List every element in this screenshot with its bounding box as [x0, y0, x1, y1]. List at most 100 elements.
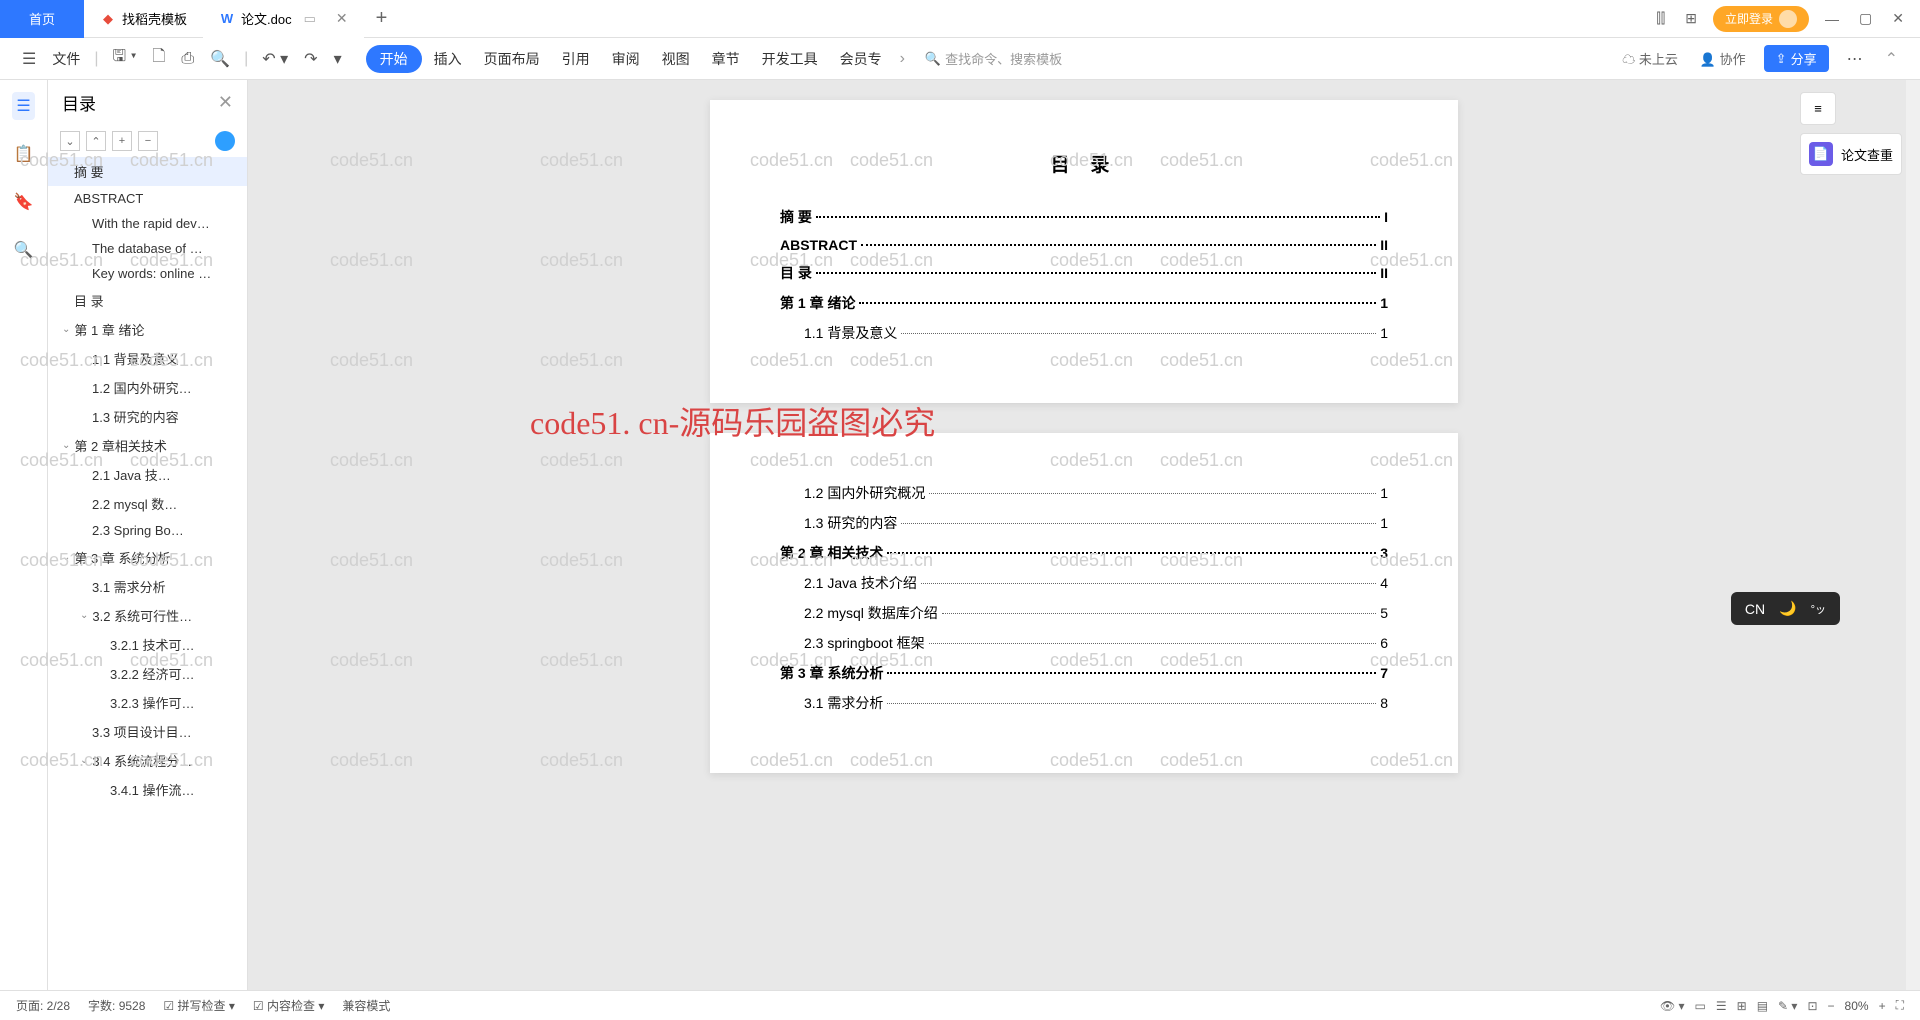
chevron-down-icon[interactable]: ⌄ — [80, 755, 88, 766]
menu-会员专[interactable]: 会员专 — [830, 45, 892, 73]
outline-item[interactable]: 3.1 需求分析 — [48, 572, 247, 601]
preview-icon[interactable]: 🔍 — [206, 45, 234, 73]
chevron-down-icon[interactable]: ⌄ — [80, 610, 88, 621]
outline-item[interactable]: ⌄第 2 章相关技术 — [48, 431, 247, 460]
format-button[interactable]: ≡ — [1800, 92, 1836, 125]
print-icon[interactable]: ⎙ — [177, 46, 198, 72]
split-view-icon[interactable]: ▭ — [304, 11, 316, 27]
close-tab-icon[interactable]: ✕ — [336, 10, 348, 27]
close-outline-icon[interactable]: ✕ — [218, 92, 233, 113]
apps-icon[interactable]: ⊞ — [1681, 10, 1701, 27]
close-window-icon[interactable]: ✕ — [1888, 10, 1908, 27]
menu-插入[interactable]: 插入 — [424, 45, 472, 73]
menu-引用[interactable]: 引用 — [552, 45, 600, 73]
vertical-scrollbar[interactable] — [1906, 80, 1920, 990]
maximize-icon[interactable]: ▢ — [1855, 10, 1876, 27]
outline-item[interactable]: 3.4.1 操作流… — [48, 775, 247, 804]
tab-home[interactable]: 首页 — [0, 0, 84, 38]
edit-mode-icon[interactable]: ✎ ▾ — [1778, 999, 1797, 1013]
file-menu[interactable]: 文件 — [48, 49, 84, 69]
collapse-all-icon[interactable]: ⌄ — [60, 131, 80, 151]
view-page-icon[interactable]: ▭ — [1695, 999, 1706, 1013]
tab-template[interactable]: ◆ 找稻壳模板 — [84, 0, 203, 38]
outline-item[interactable]: Key words: online … — [48, 261, 247, 286]
minimize-icon[interactable]: — — [1821, 11, 1843, 27]
cloud-status[interactable]: ☁ 未上云 — [1618, 49, 1682, 68]
outline-item[interactable]: 2.2 mysql 数… — [48, 489, 247, 518]
tab-document[interactable]: W 论文.doc ▭ ✕ — [203, 0, 364, 38]
layout-icon[interactable]: ⫿⫿ — [1652, 10, 1669, 27]
outline-item[interactable]: 1.2 国内外研究… — [48, 373, 247, 402]
remove-item-icon[interactable]: − — [138, 131, 158, 151]
bookmark-rail-icon[interactable]: 🔖 — [10, 188, 38, 216]
menu-审阅[interactable]: 审阅 — [602, 45, 650, 73]
zoom-fit-icon[interactable]: ⊡ — [1807, 999, 1817, 1013]
expand-icon[interactable]: ⌃ — [1881, 45, 1902, 73]
outline-item[interactable]: ⌄第 3 章 系统分析 — [48, 543, 247, 572]
plagiarism-label: 论文查重 — [1841, 145, 1893, 164]
clipboard-rail-icon[interactable]: 📋 — [10, 140, 38, 168]
ime-indicator[interactable]: CN 🌙 °ッ — [1731, 592, 1840, 625]
outline-item[interactable]: The database of … — [48, 236, 247, 261]
new-icon[interactable]: 🗋 — [149, 41, 170, 76]
undo-icon[interactable]: ↶ ▾ — [258, 45, 292, 73]
outline-item[interactable]: 2.1 Java 技… — [48, 460, 247, 489]
toc-dots — [942, 613, 1376, 614]
outline-item[interactable]: ABSTRACT — [48, 186, 247, 211]
chevron-down-icon[interactable]: ⌄ — [62, 324, 70, 335]
zoom-in-icon[interactable]: + — [1879, 999, 1886, 1013]
outline-item[interactable]: With the rapid dev… — [48, 211, 247, 236]
outline-item[interactable]: ⌄3.2 系统可行性… — [48, 601, 247, 630]
redo-icon[interactable]: ↷ — [300, 45, 321, 73]
outline-item[interactable]: ⌄第 1 章 绪论 — [48, 315, 247, 344]
collab-button[interactable]: 👤 协作 — [1696, 49, 1750, 68]
document-area[interactable]: 目 录 摘 要IABSTRACTII目 录II第 1 章 绪论11.1 背景及意… — [248, 80, 1920, 990]
menu-icon[interactable]: ☰ — [18, 45, 40, 73]
menu-章节[interactable]: 章节 — [702, 45, 750, 73]
dropdown-icon[interactable]: ▾ — [330, 45, 346, 73]
outline-item[interactable]: 1.1 背景及意义 — [48, 344, 247, 373]
save-icon[interactable]: 🖫 ▾ — [109, 41, 141, 76]
zoom-out-icon[interactable]: − — [1828, 999, 1835, 1013]
share-button[interactable]: ⇪ 分享 — [1764, 45, 1829, 72]
outline-item[interactable]: ⌄3.4 系统流程分… — [48, 746, 247, 775]
command-search[interactable]: 🔍 查找命令、搜索模板 — [925, 49, 1062, 68]
zoom-level[interactable]: 80% — [1845, 999, 1869, 1013]
more-icon[interactable]: ⋯ — [1843, 45, 1867, 73]
add-tab-button[interactable]: + — [364, 7, 400, 30]
main-area: ☰ 📋 🔖 🔍 目录 ✕ ⌄ ⌃ + − 摘 要ABSTRACTWith the… — [0, 80, 1920, 990]
menu-视图[interactable]: 视图 — [652, 45, 700, 73]
view-web-icon[interactable]: ⊞ — [1737, 999, 1747, 1013]
outline-item[interactable]: 3.2.1 技术可… — [48, 630, 247, 659]
outline-item[interactable]: 2.3 Spring Bo… — [48, 518, 247, 543]
chevron-down-icon[interactable]: ⌄ — [62, 552, 70, 563]
toc-label: 1.1 背景及意义 — [804, 323, 897, 343]
content-check[interactable]: ☑ 内容检查 ▾ — [253, 997, 324, 1014]
page-indicator[interactable]: 页面: 2/28 — [16, 997, 70, 1014]
outline-item[interactable]: 3.2.2 经济可… — [48, 659, 247, 688]
outline-item[interactable]: 1.3 研究的内容 — [48, 402, 247, 431]
chevron-down-icon[interactable]: ⌄ — [62, 440, 70, 451]
toc-dots — [861, 244, 1376, 246]
menu-页面布局[interactable]: 页面布局 — [474, 45, 550, 73]
eye-icon[interactable]: 👁 ▾ — [1660, 999, 1685, 1013]
menu-开发工具[interactable]: 开发工具 — [752, 45, 828, 73]
add-item-icon[interactable]: + — [112, 131, 132, 151]
outline-item[interactable]: 3.3 项目设计目… — [48, 717, 247, 746]
menu-开始[interactable]: 开始 — [366, 45, 422, 73]
outline-item[interactable]: 摘 要 — [48, 157, 247, 186]
word-count[interactable]: 字数: 9528 — [88, 997, 145, 1014]
sync-icon[interactable] — [215, 131, 235, 151]
view-read-icon[interactable]: ▤ — [1757, 999, 1768, 1013]
login-button[interactable]: 立即登录 — [1713, 6, 1809, 32]
spell-check[interactable]: ☑ 拼写检查 ▾ — [163, 997, 234, 1014]
outline-rail-icon[interactable]: ☰ — [12, 92, 34, 120]
plagiarism-check-button[interactable]: 📄 论文查重 — [1800, 133, 1902, 175]
outline-item[interactable]: 目 录 — [48, 286, 247, 315]
outline-item[interactable]: 3.2.3 操作可… — [48, 688, 247, 717]
expand-all-icon[interactable]: ⌃ — [86, 131, 106, 151]
search-rail-icon[interactable]: 🔍 — [10, 236, 38, 264]
toc-label: 2.3 springboot 框架 — [804, 633, 925, 653]
view-outline-icon[interactable]: ☰ — [1716, 999, 1727, 1013]
fullscreen-icon[interactable]: ⛶ — [1896, 998, 1904, 1013]
